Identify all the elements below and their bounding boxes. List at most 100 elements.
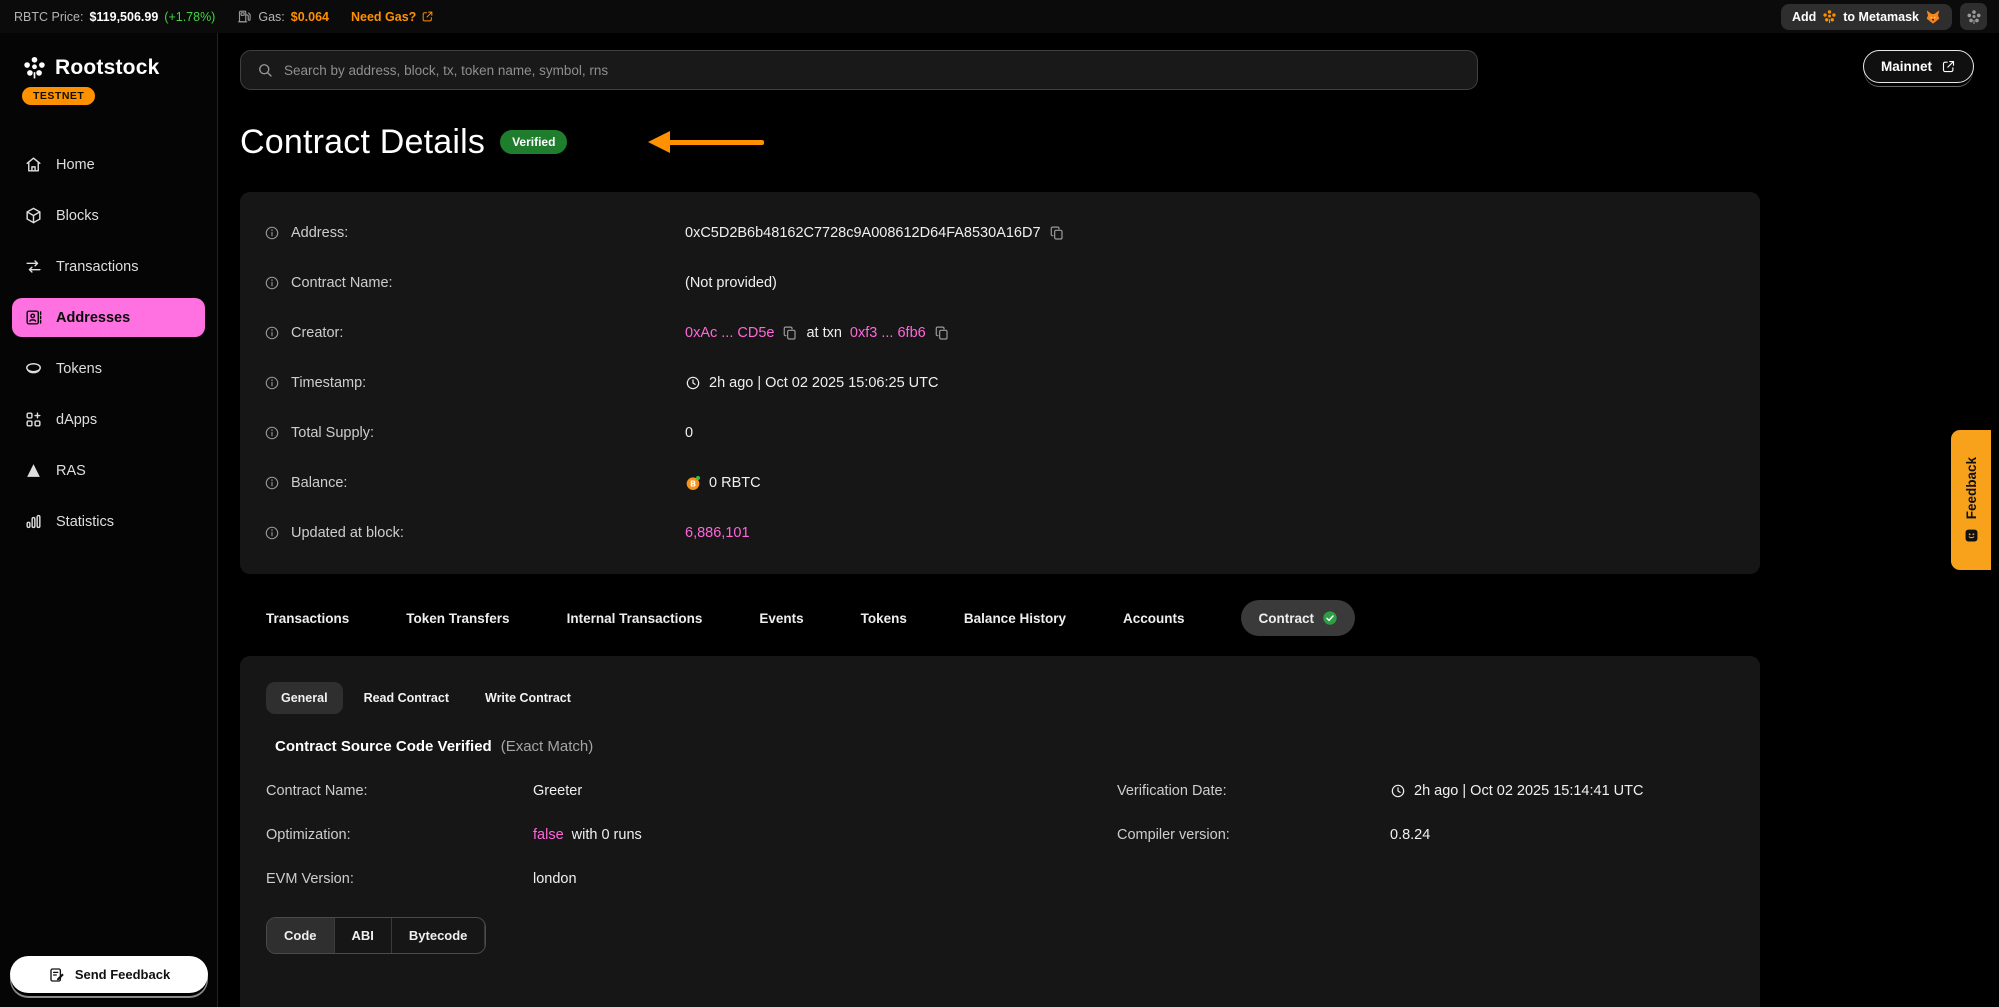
detail-label: Timestamp: <box>291 375 366 391</box>
detail-row: Contract Name: (Not provided) <box>264 258 1736 308</box>
info-value: Greeter <box>533 783 582 799</box>
info-label: EVM Version: <box>266 871 533 887</box>
gas-pump-icon <box>237 9 252 24</box>
sidebar-item[interactable]: Addresses <box>12 298 205 337</box>
annotation-arrow <box>648 131 766 153</box>
brand-name: Rootstock <box>55 56 159 80</box>
rootstock-icon <box>22 55 47 80</box>
info-label: Optimization: <box>266 827 533 843</box>
need-gas-label: Need Gas? <box>351 10 416 24</box>
sidebar-item[interactable]: Transactions <box>12 247 205 286</box>
detail-label: Updated at block: <box>291 525 404 541</box>
page-header: Contract Details Verified <box>240 120 1974 164</box>
metamask-button-suffix: to Metamask <box>1843 10 1919 24</box>
sidebar-item-label: Addresses <box>56 310 130 326</box>
mainnet-button[interactable]: Mainnet <box>1863 50 1974 83</box>
verified-contract-name: Greeter <box>533 783 582 799</box>
send-feedback-icon <box>48 966 66 984</box>
sidebar-nav: Home Blocks Transactions Addresses <box>0 145 217 541</box>
sidebar-item-label: Statistics <box>56 514 114 530</box>
sidebar-item[interactable]: Tokens <box>12 349 205 388</box>
info-value: 2h ago | Oct 02 2025 15:14:41 UTC <box>1390 783 1643 799</box>
add-to-metamask-button[interactable]: Add to Metamask <box>1781 4 1952 30</box>
optimization-runs: with 0 runs <box>572 827 642 843</box>
code-view-tab[interactable]: Code <box>267 918 335 953</box>
code-view-tab[interactable]: ABI <box>335 918 392 953</box>
contract-subtab-label: Read Contract <box>364 691 449 705</box>
tab-label: Contract <box>1258 611 1314 626</box>
tab[interactable]: Balance History <box>964 601 1066 636</box>
optimization-flag: false <box>533 827 564 843</box>
detail-value: B0 RBTC <box>685 475 761 491</box>
contract-subtab-label: Write Contract <box>485 691 571 705</box>
copy-icon[interactable] <box>782 325 798 341</box>
sidebar-item[interactable]: Blocks <box>12 196 205 235</box>
rbtc-price-label: RBTC Price: <box>14 10 83 24</box>
creation-txn-link[interactable]: 0xf3 ... 6fb6 <box>850 325 926 341</box>
need-gas-link[interactable]: Need Gas? <box>351 10 434 24</box>
rbtc-price-change: (+1.78%) <box>164 10 215 24</box>
tab[interactable]: Events <box>759 601 803 636</box>
contract-subtab-label: General <box>281 691 328 705</box>
page-title: Contract Details <box>240 123 485 162</box>
contract-name-value: (Not provided) <box>685 275 777 291</box>
addresses-icon <box>24 308 43 327</box>
feedback-side-tab[interactable]: Feedback <box>1951 430 1991 570</box>
transactions-icon <box>24 257 43 276</box>
feedback-side-tab-label: Feedback <box>1964 457 1979 519</box>
tab-label: Events <box>759 611 803 626</box>
send-feedback-button[interactable]: Send Feedback <box>10 956 208 993</box>
contract-subtabs: General Read Contract Write Contract <box>266 682 1734 714</box>
verification-info-right: Verification Date: 2h ago | Oct 02 2025 … <box>1117 769 1643 901</box>
address-tabs: Transactions Token Transfers Internal Tr… <box>240 600 1760 636</box>
contract-subtab[interactable]: Read Contract <box>349 682 464 714</box>
search-box[interactable] <box>240 50 1478 90</box>
code-view-tab-label: Code <box>284 928 317 943</box>
copy-icon[interactable] <box>1049 225 1065 241</box>
rbtc-coin-icon: B <box>685 475 701 491</box>
sidebar-item-label: Transactions <box>56 259 138 275</box>
tab-label: Token Transfers <box>406 611 509 626</box>
main-content: Mainnet Contract Details Verified Addres… <box>218 33 1999 1007</box>
tab[interactable]: Contract <box>1241 600 1355 636</box>
search-input[interactable] <box>284 63 1462 78</box>
tab[interactable]: Tokens <box>861 601 907 636</box>
contract-subtab[interactable]: General <box>266 682 343 714</box>
tab-label: Internal Transactions <box>567 611 703 626</box>
detail-value: 2h ago | Oct 02 2025 15:06:25 UTC <box>685 375 938 391</box>
detail-row: Address: 0xC5D2B6b48162C7728c9A008612D64… <box>264 208 1736 258</box>
sidebar: Rootstock TESTNET Home Blocks Transactio… <box>0 33 218 1007</box>
copy-icon[interactable] <box>934 325 950 341</box>
sidebar-item[interactable]: Home <box>12 145 205 184</box>
brand-logo[interactable]: Rootstock <box>0 55 217 80</box>
updated-block-link[interactable]: 6,886,101 <box>685 525 750 541</box>
tab[interactable]: Accounts <box>1123 601 1185 636</box>
sidebar-item[interactable]: RAS <box>12 451 205 490</box>
contract-subtab[interactable]: Write Contract <box>470 682 586 714</box>
statistics-icon <box>24 512 43 531</box>
info-value: london <box>533 871 577 887</box>
source-verified-suffix: (Exact Match) <box>501 738 594 755</box>
sidebar-item[interactable]: Statistics <box>12 502 205 541</box>
code-view-tab-label: Bytecode <box>409 928 468 943</box>
creator-address-link[interactable]: 0xAc ... CD5e <box>685 325 774 341</box>
sidebar-item-label: Blocks <box>56 208 99 224</box>
tokens-icon <box>24 359 43 378</box>
metamask-fox-icon <box>1925 9 1941 25</box>
info-icon <box>264 275 280 291</box>
code-view-tab[interactable]: Bytecode <box>392 918 486 953</box>
verified-badge: Verified <box>500 130 567 154</box>
tab[interactable]: Token Transfers <box>406 601 509 636</box>
sidebar-item[interactable]: dApps <box>12 400 205 439</box>
detail-value: (Not provided) <box>685 275 777 291</box>
timestamp-value: 2h ago | Oct 02 2025 15:06:25 UTC <box>709 375 938 391</box>
sidebar-item-label: RAS <box>56 463 86 479</box>
blocks-icon <box>24 206 43 225</box>
tab[interactable]: Internal Transactions <box>567 601 703 636</box>
info-icon <box>264 225 280 241</box>
clock-icon <box>685 375 701 391</box>
dapps-icon <box>24 410 43 429</box>
theme-toggle-button[interactable] <box>1960 3 1987 30</box>
tab[interactable]: Transactions <box>266 601 349 636</box>
mainnet-button-label: Mainnet <box>1881 59 1932 74</box>
